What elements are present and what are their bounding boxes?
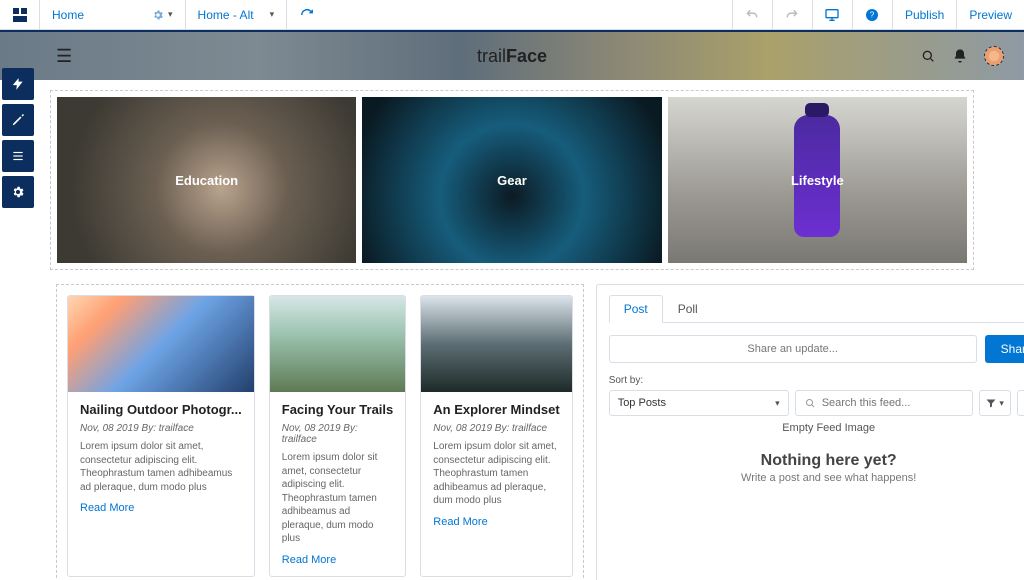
page-primary-label: Home (52, 8, 84, 22)
card-excerpt: Lorem ipsum dolor sit amet, consectetur … (433, 440, 559, 508)
article-card[interactable]: An Explorer Mindset Nov, 08 2019 By: tra… (420, 295, 572, 577)
feed-search-input[interactable] (822, 397, 964, 409)
page-selector-primary[interactable]: Home ▾ (40, 0, 186, 29)
card-meta: Nov, 08 2019 By: trailface (80, 423, 242, 434)
feed-panel: Post Poll Share an update... Share Sort … (596, 284, 1024, 580)
app-launcher-icon[interactable] (0, 0, 40, 29)
settings-icon[interactable] (2, 176, 34, 208)
empty-subtitle: Write a post and see what happens! (609, 472, 1024, 484)
sortby-label: Sort by: (609, 375, 1024, 386)
hero-label: Gear (497, 173, 527, 188)
card-excerpt: Lorem ipsum dolor sit amet, consectetur … (80, 440, 242, 494)
card-image (68, 296, 254, 392)
builder-left-rail (0, 64, 36, 212)
article-card[interactable]: Facing Your Trails Nov, 08 2019 By: trai… (269, 295, 407, 577)
search-icon (804, 397, 816, 409)
article-card[interactable]: Nailing Outdoor Photogr... Nov, 08 2019 … (67, 295, 255, 577)
refresh-button[interactable] (287, 0, 327, 29)
empty-title: Nothing here yet? (609, 452, 1024, 470)
empty-feed-image-label: Empty Feed Image (609, 422, 1024, 434)
svg-text:?: ? (870, 10, 875, 19)
chevron-down-icon: ▾ (775, 398, 780, 409)
filter-button[interactable]: ▾ (979, 390, 1011, 416)
components-icon[interactable] (2, 68, 34, 100)
chevron-down-icon[interactable]: ▾ (168, 9, 173, 20)
help-icon[interactable]: ? (852, 0, 892, 29)
article-cards-region: Nailing Outdoor Photogr... Nov, 08 2019 … (56, 284, 584, 580)
bell-icon[interactable] (952, 48, 968, 64)
card-title: Facing Your Trails (282, 402, 394, 417)
desktop-view-icon[interactable] (812, 0, 852, 29)
hero-tile-education[interactable]: Education (57, 97, 356, 263)
compose-input[interactable]: Share an update... (609, 335, 977, 363)
share-button[interactable]: Share (985, 335, 1024, 363)
page-selector-secondary[interactable]: Home - Alt ▾ (186, 0, 288, 29)
brand-logo[interactable]: trailFace (477, 46, 547, 67)
card-excerpt: Lorem ipsum dolor sit amet, consectetur … (282, 451, 394, 546)
avatar[interactable] (984, 46, 1004, 66)
tab-post[interactable]: Post (609, 295, 663, 323)
feed-refresh-button[interactable] (1017, 390, 1024, 416)
brand-suffix: Face (506, 46, 547, 66)
hero-tile-gear[interactable]: Gear (362, 97, 661, 263)
site-header: ☰ trailFace (0, 32, 1024, 80)
undo-button[interactable] (732, 0, 772, 29)
card-meta: Nov, 08 2019 By: trailface (282, 423, 394, 445)
card-meta: Nov, 08 2019 By: trailface (433, 423, 559, 434)
read-more-link[interactable]: Read More (282, 554, 394, 566)
read-more-link[interactable]: Read More (80, 502, 242, 514)
card-image (270, 296, 406, 392)
publish-button[interactable]: Publish (892, 0, 956, 29)
hero-region: Education Gear Lifestyle (50, 90, 974, 270)
card-title: Nailing Outdoor Photogr... (80, 402, 242, 417)
chevron-down-icon[interactable]: ▾ (270, 9, 275, 20)
hero-label: Lifestyle (791, 173, 844, 188)
feed-tabs: Post Poll (609, 295, 1024, 323)
gear-icon[interactable] (152, 9, 164, 21)
page-secondary-label: Home - Alt (198, 8, 254, 22)
search-icon[interactable] (920, 48, 936, 64)
compose-placeholder: Share an update... (747, 343, 838, 355)
builder-stage: ☰ trailFace Education Gear Lifestyle Nai… (0, 30, 1024, 580)
hamburger-icon[interactable]: ☰ (56, 46, 72, 67)
theme-icon[interactable] (2, 104, 34, 136)
sort-select[interactable]: Top Posts ▾ (609, 390, 789, 416)
hero-tile-lifestyle[interactable]: Lifestyle (668, 97, 967, 263)
card-title: An Explorer Mindset (433, 402, 559, 417)
sort-value: Top Posts (618, 397, 666, 409)
builder-top-bar: Home ▾ Home - Alt ▾ ? Publish Preview (0, 0, 1024, 30)
page-structure-icon[interactable] (2, 140, 34, 172)
brand-prefix: trail (477, 46, 506, 66)
tab-poll[interactable]: Poll (663, 295, 713, 322)
preview-button[interactable]: Preview (956, 0, 1024, 29)
card-image (421, 296, 571, 392)
read-more-link[interactable]: Read More (433, 516, 559, 528)
feed-search[interactable] (795, 390, 973, 416)
redo-button[interactable] (772, 0, 812, 29)
hero-label: Education (175, 173, 238, 188)
